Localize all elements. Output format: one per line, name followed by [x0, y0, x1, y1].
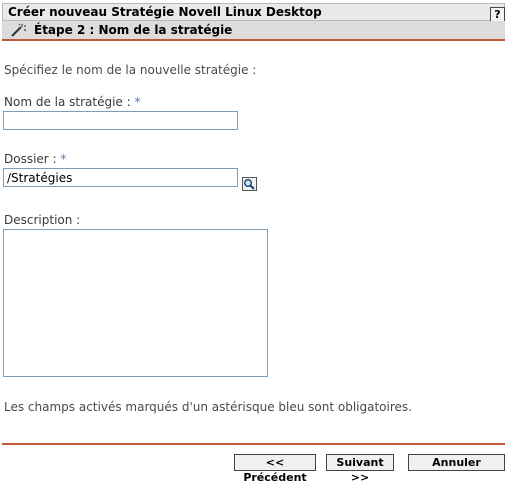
window-title: Créer nouveau Stratégie Novell Linux Des…: [8, 5, 322, 19]
help-button[interactable]: ?: [490, 7, 505, 22]
step-title: Étape 2 : Nom de la stratégie: [34, 23, 233, 37]
previous-button[interactable]: << Précédent: [234, 454, 316, 484]
required-asterisk: *: [60, 152, 67, 166]
name-label-text: Nom de la stratégie :: [4, 95, 131, 109]
footer-divider: [2, 443, 505, 445]
next-button[interactable]: Suivant >>: [326, 454, 394, 484]
folder-field-label: Dossier : *: [4, 152, 66, 166]
policy-name-input[interactable]: [3, 111, 238, 130]
form-intro: Spécifiez le nom de la nouvelle stratégi…: [4, 63, 257, 77]
description-textarea[interactable]: [3, 229, 268, 377]
name-field-label: Nom de la stratégie : *: [4, 95, 141, 109]
required-asterisk: *: [134, 95, 141, 109]
window-title-bar: Créer nouveau Stratégie Novell Linux Des…: [2, 3, 505, 22]
wizard-wand-icon: [11, 23, 27, 37]
folder-browse-button[interactable]: [242, 177, 257, 191]
step-header: Étape 2 : Nom de la stratégie: [2, 21, 505, 41]
folder-input[interactable]: [3, 168, 238, 187]
description-label: Description :: [4, 213, 81, 227]
folder-label-text: Dossier :: [4, 152, 57, 166]
magnifier-icon: [244, 179, 255, 190]
cancel-button[interactable]: Annuler: [408, 454, 505, 471]
required-fields-note: Les champs activés marqués d'un astérisq…: [4, 400, 412, 414]
